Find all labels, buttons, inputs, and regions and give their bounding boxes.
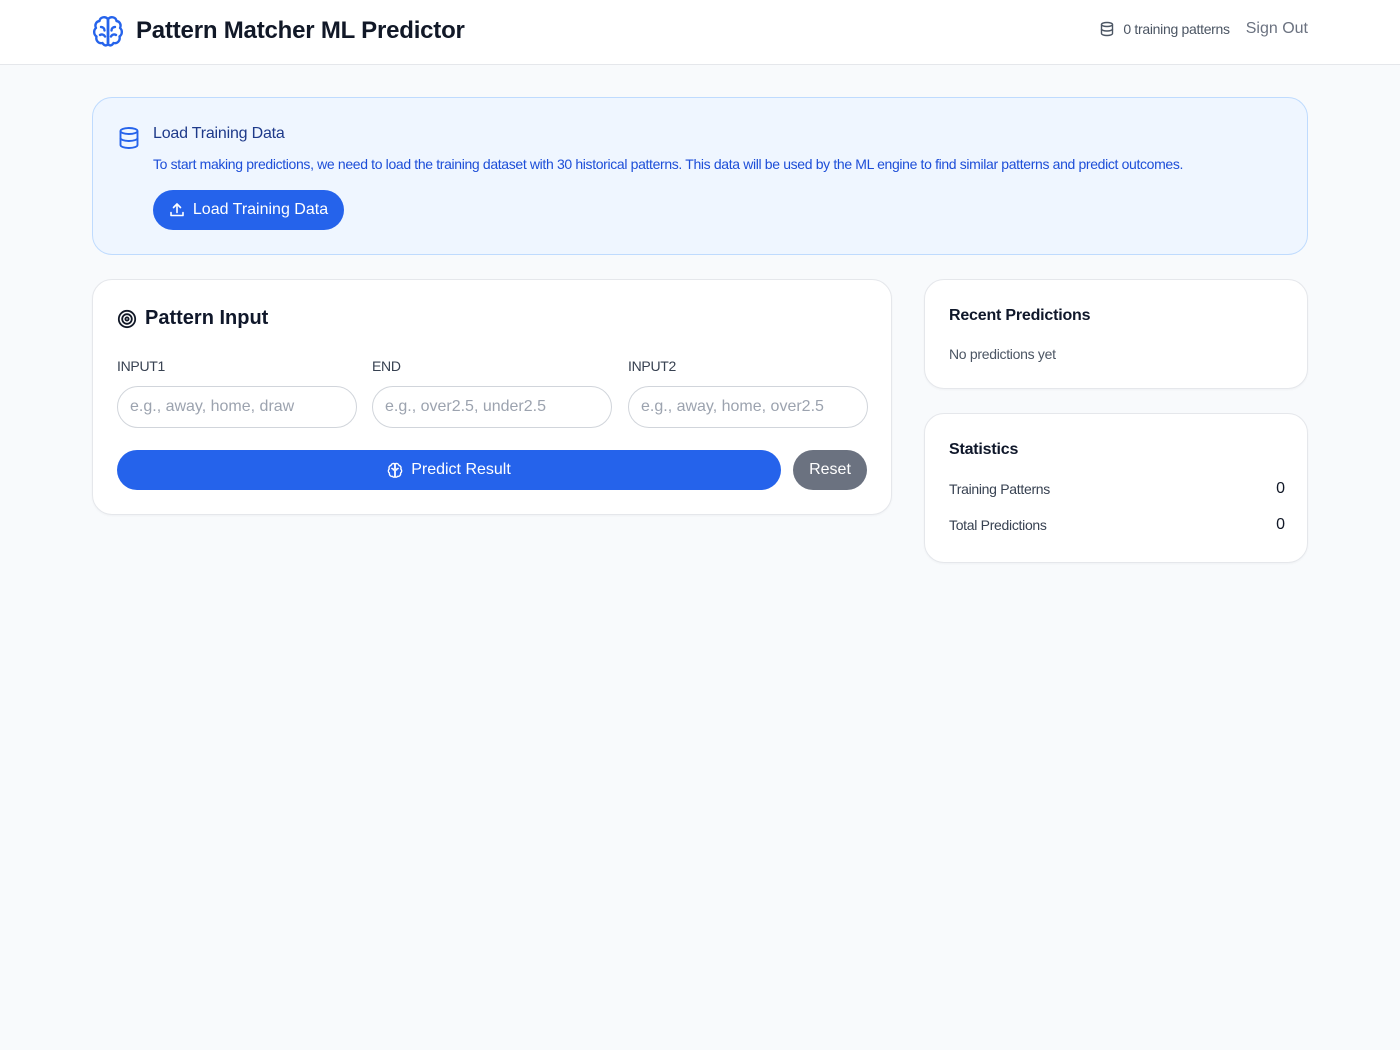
- recent-predictions-title: Recent Predictions: [949, 307, 1091, 324]
- top-header: Pattern Matcher ML Predictor 0 training …: [0, 0, 1400, 65]
- predict-result-button[interactable]: Predict Result: [117, 450, 781, 490]
- app-title: Pattern Matcher ML Predictor: [136, 17, 465, 44]
- load-training-data-alert: Load Training Data To start making predi…: [92, 97, 1308, 255]
- end-field: END: [372, 358, 612, 428]
- brand: Pattern Matcher ML Predictor: [92, 14, 465, 48]
- alert-title: Load Training Data: [153, 125, 285, 142]
- input2-label: INPUT2: [628, 358, 676, 374]
- stat-row-training-patterns: Training Patterns 0: [949, 480, 1285, 498]
- training-patterns-count: 0 training patterns: [1123, 21, 1230, 37]
- database-icon: [118, 126, 140, 150]
- statistics-title: Statistics: [949, 441, 1019, 458]
- brain-icon: [92, 14, 124, 48]
- statistics-card: Statistics Training Patterns 0 Total Pre…: [924, 413, 1308, 563]
- end-input[interactable]: [372, 386, 612, 428]
- target-icon: [117, 309, 137, 329]
- input1-label: INPUT1: [117, 358, 165, 374]
- stat-value: 0: [1276, 516, 1285, 533]
- reset-button[interactable]: Reset: [793, 450, 867, 490]
- recent-predictions-card: Recent Predictions No predictions yet: [924, 279, 1308, 389]
- load-training-data-label: Load Training Data: [192, 201, 329, 218]
- training-patterns-status: 0 training patterns: [1099, 21, 1230, 37]
- upload-icon: [169, 202, 185, 218]
- stat-row-total-predictions: Total Predictions 0: [949, 516, 1285, 534]
- input1-input[interactable]: [117, 386, 357, 428]
- stat-label: Training Patterns: [949, 481, 1050, 497]
- end-label: END: [372, 358, 401, 374]
- input1-field: INPUT1: [117, 358, 357, 428]
- input2-input[interactable]: [628, 386, 868, 428]
- brain-icon: [387, 462, 403, 478]
- alert-description: To start making predictions, we need to …: [153, 156, 1184, 172]
- load-training-data-button[interactable]: Load Training Data: [153, 190, 344, 230]
- pattern-input-title: Pattern Input: [145, 307, 269, 329]
- pattern-input-card: Pattern Input INPUT1 END INPUT2 Predict …: [92, 279, 892, 515]
- predict-result-label: Predict Result: [411, 461, 511, 478]
- sign-out-button[interactable]: Sign Out: [1246, 20, 1308, 38]
- header-actions: 0 training patterns Sign Out: [1099, 20, 1308, 38]
- stat-label: Total Predictions: [949, 517, 1047, 533]
- pattern-input-header: Pattern Input: [117, 307, 268, 330]
- recent-predictions-empty: No predictions yet: [949, 346, 1056, 362]
- database-icon: [1099, 21, 1115, 37]
- input2-field: INPUT2: [628, 358, 868, 428]
- stat-value: 0: [1276, 480, 1285, 497]
